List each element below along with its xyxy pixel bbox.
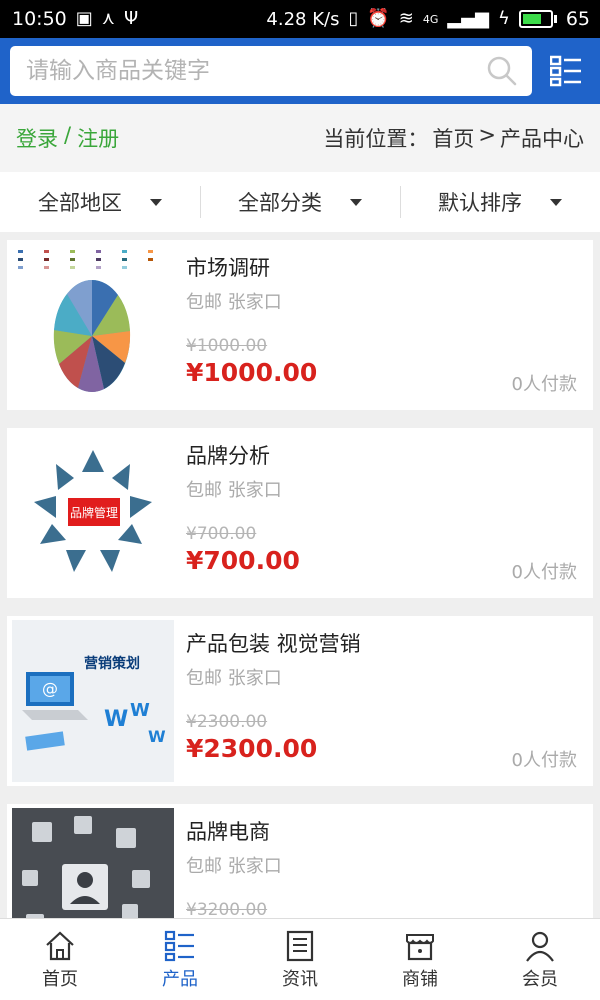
filter-region-label: 全部地区 (38, 191, 122, 215)
tab-home-label: 首页 (42, 968, 78, 990)
product-list: 市场调研 包邮 张家口 ¥1000.00 ¥1000.00 0人付款 品牌管理 … (0, 232, 600, 918)
bottom-tab-bar: 首页 产品 资讯 商铺 会员 (0, 918, 600, 1000)
ecommerce-touch-image (12, 808, 174, 918)
tab-member-label: 会员 (522, 968, 558, 990)
filter-region[interactable]: 全部地区 (0, 172, 200, 232)
tab-products-label: 产品 (162, 968, 198, 990)
product-info: 产品包装 视觉营销 包邮 张家口 ¥2300.00 ¥2300.00 0人付款 (174, 616, 593, 786)
breadcrumb-arrow: > (478, 123, 496, 147)
image-notification-icon: ▣ (75, 8, 93, 29)
search-icon[interactable] (486, 55, 518, 87)
tab-home[interactable]: 首页 (0, 919, 120, 1000)
tab-news[interactable]: 资讯 (240, 919, 360, 1000)
product-original-price: ¥700.00 (186, 524, 257, 544)
caret-down-icon (550, 198, 562, 206)
breadcrumb: 当前位置： 首页 > 产品中心 (323, 123, 584, 153)
filter-bar: 全部地区 全部分类 默认排序 (0, 172, 600, 232)
category-menu-button[interactable] (542, 46, 590, 96)
tab-member[interactable]: 会员 (480, 919, 600, 1000)
register-link[interactable]: 注册 (77, 123, 119, 153)
top-header (0, 38, 600, 104)
pie-chart-image (12, 244, 174, 406)
product-card[interactable]: @ 营销策划 W W W 产品包装 视觉营销 包邮 张家口 ¥2300.00 ¥… (7, 616, 593, 786)
wifi-icon: ≋ (398, 8, 414, 29)
breadcrumb-home[interactable]: 首页 (432, 123, 474, 153)
product-name[interactable]: 产品包装 视觉营销 (186, 628, 593, 658)
news-icon (286, 930, 314, 961)
signal-icon: ▂▄▆ (447, 8, 489, 29)
app-screen: 10:50 ▣ ⋏ Ψ 4.28 K/s ▯ ⏰ ≋ 4G ▂▄▆ ϟ 65 请… (0, 0, 600, 1000)
svg-text:W: W (148, 727, 166, 746)
product-meta: 包邮 张家口 (186, 668, 282, 689)
filter-sort-label: 默认排序 (438, 191, 522, 215)
product-meta: 包邮 张家口 (186, 856, 282, 877)
caret-down-icon (350, 198, 362, 206)
filter-category[interactable]: 全部分类 (200, 172, 400, 232)
home-icon (46, 931, 74, 960)
login-register: 登录 / 注册 (16, 123, 119, 153)
caret-down-icon (150, 198, 162, 206)
filter-category-label: 全部分类 (238, 191, 322, 215)
product-card[interactable]: 市场调研 包邮 张家口 ¥1000.00 ¥1000.00 0人付款 (7, 240, 593, 410)
breadcrumb-current: 产品中心 (500, 127, 584, 151)
product-original-price: ¥1000.00 (186, 336, 268, 356)
product-name[interactable]: 品牌电商 (186, 816, 593, 846)
network-type: 4G (422, 12, 439, 26)
tab-products[interactable]: 产品 (120, 919, 240, 1000)
product-meta: 包邮 张家口 (186, 292, 282, 313)
product-paid-count: 0人付款 (511, 562, 577, 583)
marketing-plan-image: @ 营销策划 W W W (12, 620, 174, 782)
product-paid-count: 0人付款 (511, 374, 577, 395)
svg-text:W: W (104, 707, 128, 732)
search-input[interactable] (26, 58, 486, 84)
alarm-icon: ⏰ (367, 8, 390, 29)
battery-icon (518, 10, 557, 28)
location-label: 当前位置： (323, 127, 429, 151)
login-link[interactable]: 登录 (16, 123, 58, 153)
product-card[interactable]: 品牌电商 包邮 张家口 ¥3200.00 (7, 804, 593, 918)
product-info: 市场调研 包邮 张家口 ¥1000.00 ¥1000.00 0人付款 (174, 240, 593, 410)
user-icon (526, 931, 554, 962)
search-box[interactable] (10, 46, 532, 96)
status-bar: 10:50 ▣ ⋏ Ψ 4.28 K/s ▯ ⏰ ≋ 4G ▂▄▆ ϟ 65 (0, 0, 600, 38)
product-name[interactable]: 品牌分析 (186, 440, 593, 470)
svg-text:W: W (130, 700, 150, 721)
product-meta: 包邮 张家口 (186, 480, 282, 501)
product-original-price: ¥2300.00 (186, 712, 268, 732)
store-icon (406, 933, 434, 960)
network-speed: 4.28 K/s (266, 8, 340, 30)
share-icon: ⋏ (101, 8, 115, 29)
svg-text:@: @ (42, 679, 58, 698)
breadcrumb-row: 登录 / 注册 当前位置： 首页 > 产品中心 (0, 104, 600, 172)
tab-news-label: 资讯 (282, 968, 318, 990)
diagram-center-label: 品牌管理 (70, 505, 118, 520)
product-info: 品牌分析 包邮 张家口 ¥700.00 ¥700.00 0人付款 (174, 428, 593, 598)
filter-sort[interactable]: 默认排序 (400, 172, 600, 232)
tab-shops-label: 商铺 (402, 968, 438, 990)
product-original-price: ¥3200.00 (186, 900, 268, 918)
battery-level: 65 (565, 8, 590, 30)
tab-shops[interactable]: 商铺 (360, 919, 480, 1000)
brand-management-diagram: 品牌管理 (12, 432, 174, 594)
product-info: 品牌电商 包邮 张家口 ¥3200.00 (174, 804, 593, 918)
product-name[interactable]: 市场调研 (186, 252, 593, 282)
menu-icon (550, 55, 581, 87)
status-time: 10:50 (12, 8, 67, 30)
product-paid-count: 0人付款 (511, 750, 577, 771)
usb-icon: Ψ (123, 8, 139, 29)
product-card[interactable]: 品牌管理 品牌分析 包邮 张家口 ¥700.00 ¥700.00 0人付款 (7, 428, 593, 598)
vibrate-icon: ▯ (348, 8, 359, 29)
marketing-image-text: 营销策划 (84, 655, 140, 672)
list-icon (164, 930, 194, 961)
login-separator: / (64, 123, 72, 147)
charging-icon: ϟ (497, 8, 510, 29)
